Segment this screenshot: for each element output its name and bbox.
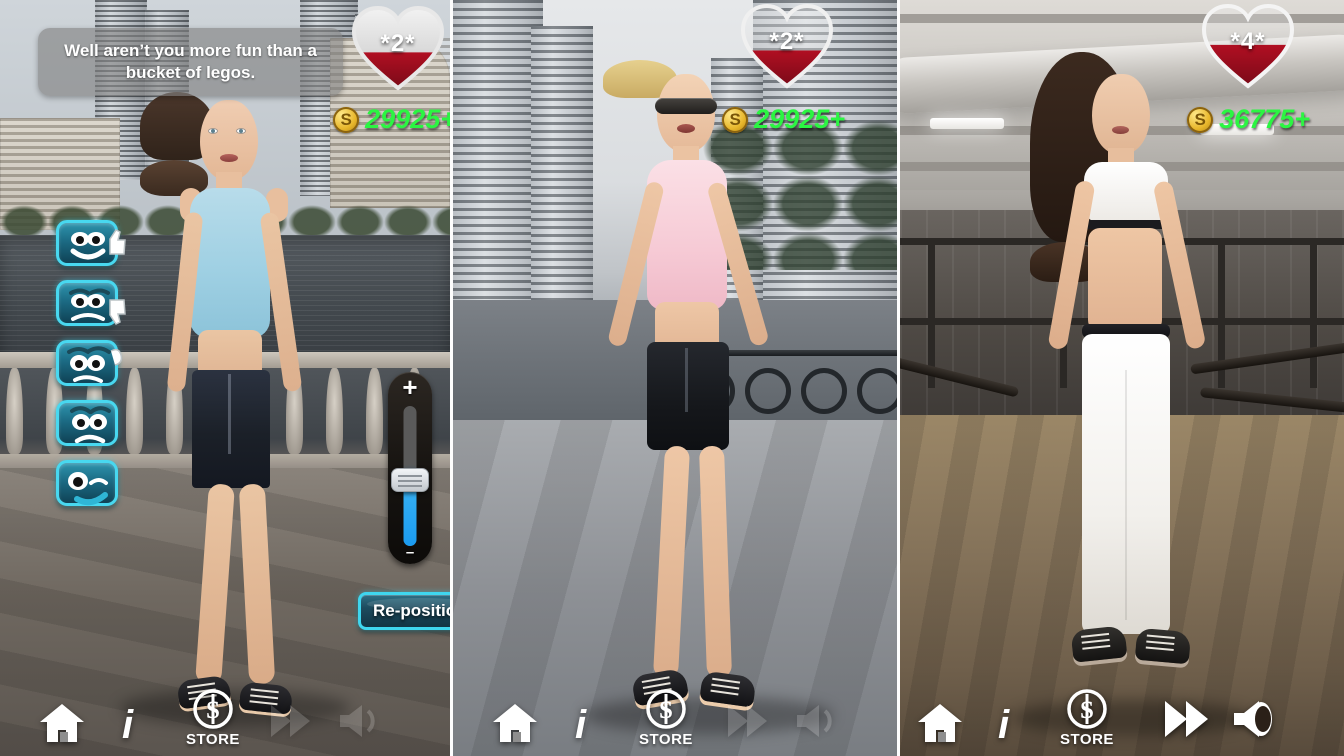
bottom-nav-bar: i S STORE (453, 678, 897, 756)
nav-volume-button[interactable] (1230, 698, 1284, 740)
store-dollar-icon: S (646, 689, 686, 729)
coin-counter: S 29925+ (722, 104, 845, 135)
bottom-nav-bar: i S STORE (900, 678, 1344, 756)
nav-volume-button[interactable] (793, 702, 843, 740)
reposition-button[interactable]: Re-position (358, 592, 450, 630)
coin-icon: S (333, 106, 360, 133)
home-icon (918, 704, 962, 742)
avatar-character[interactable] (1030, 52, 1230, 742)
skip-icon (1165, 701, 1208, 737)
nav-home-button[interactable] (491, 702, 539, 744)
emoji-reaction-strip (56, 220, 126, 506)
dialogue-text: Well aren’t you more fun than a bucket o… (64, 41, 317, 82)
nav-store-button[interactable]: S STORE (186, 688, 240, 748)
heart-level-meter: *4* (1200, 2, 1296, 90)
skip-icon (728, 705, 767, 737)
screenshot-collage: Well aren’t you more fun than a bucket o… (0, 0, 1344, 756)
home-icon (40, 704, 84, 742)
nav-skip-button[interactable] (268, 702, 314, 740)
coin-icon: S (722, 106, 749, 133)
avatar-character[interactable] (603, 60, 793, 740)
thumbs-down-emoji[interactable] (56, 280, 126, 326)
coin-counter: S 29925+ (333, 104, 450, 135)
nav-store-button[interactable]: S STORE (639, 688, 693, 748)
avatar-character[interactable] (140, 92, 330, 732)
zoom-thumb[interactable] (391, 468, 429, 492)
heart-level-value: *2* (380, 30, 416, 57)
info-icon: i (998, 703, 1010, 747)
nav-skip-button[interactable] (725, 702, 771, 740)
reposition-control: Re-position (358, 592, 450, 630)
nav-home-button[interactable] (916, 702, 964, 744)
sunglasses-accessory (655, 98, 717, 114)
store-label: STORE (186, 731, 240, 748)
nav-home-button[interactable] (38, 702, 86, 744)
zoom-in-label[interactable]: + (388, 374, 432, 400)
heart-level-value: *2* (769, 28, 805, 55)
coin-value: 36775+ (1219, 104, 1310, 134)
nav-store-button[interactable]: S STORE (1060, 688, 1114, 748)
store-label: STORE (1060, 731, 1114, 748)
home-icon (493, 704, 537, 742)
thumbs-up-emoji[interactable] (56, 220, 126, 266)
heart-level-meter: *2* (739, 2, 835, 90)
nav-info-button[interactable]: i (575, 703, 586, 748)
skip-icon (271, 705, 310, 737)
dialogue-bubble: Well aren’t you more fun than a bucket o… (38, 28, 343, 96)
zoom-out-label[interactable]: – (388, 545, 432, 560)
coin-counter: S 36775+ (1187, 104, 1310, 135)
store-dollar-icon: S (1067, 689, 1107, 729)
panel-1-dialogue-scene: Well aren’t you more fun than a bucket o… (0, 0, 450, 756)
coin-icon: S (1187, 106, 1214, 133)
nav-info-button[interactable]: i (122, 703, 133, 748)
volume-icon (1234, 701, 1272, 737)
heart-level-value: *4* (1230, 28, 1266, 55)
wink-emoji[interactable] (56, 460, 118, 506)
nav-skip-button[interactable] (1162, 698, 1212, 740)
heart-level-meter: *2* (350, 4, 446, 92)
worried-emoji[interactable] (56, 340, 123, 386)
coin-value: 29925+ (365, 104, 450, 134)
info-icon: i (575, 703, 587, 747)
store-dollar-icon: S (193, 689, 233, 729)
nav-volume-button[interactable] (336, 702, 386, 740)
nav-info-button[interactable]: i (998, 703, 1009, 748)
volume-icon (340, 705, 375, 737)
bottom-nav-bar: i S STORE (0, 678, 450, 756)
store-label: STORE (639, 731, 693, 748)
coin-value: 29925+ (754, 104, 845, 134)
panel-3-interaction-scene: *4* S 36775+ Action Gift Interact Speak … (900, 0, 1344, 756)
panel-2-wardrobe-scene: *2* S 29925+ Previous Next Done + – Re-p… (450, 0, 900, 756)
sad-emoji[interactable] (56, 400, 118, 446)
info-icon: i (122, 703, 134, 747)
volume-icon (797, 705, 832, 737)
zoom-slider[interactable]: + – (388, 372, 432, 564)
